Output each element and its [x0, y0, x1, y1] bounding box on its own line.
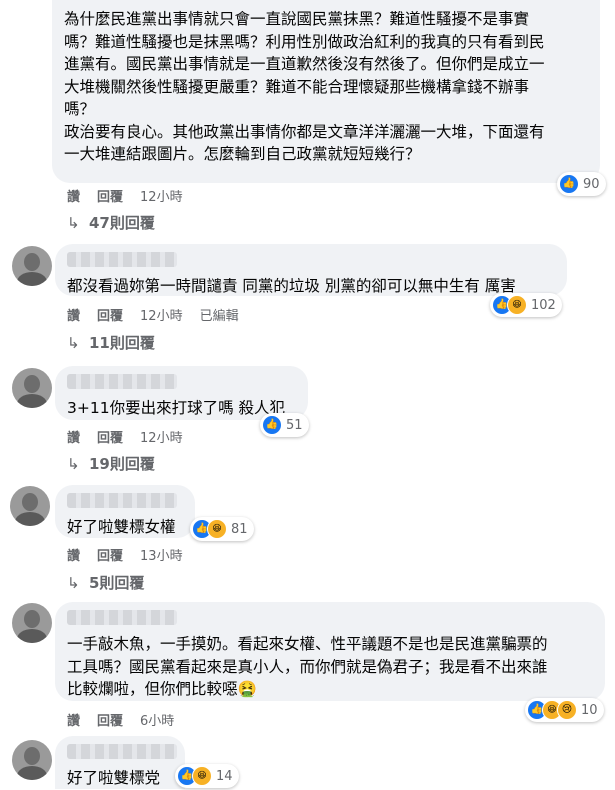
- reaction-count: 81: [231, 521, 248, 537]
- reaction-count: 10: [581, 702, 598, 718]
- timestamp[interactable]: 6小時: [140, 710, 174, 729]
- reaction-count: 14: [216, 768, 233, 784]
- avatar[interactable]: [12, 246, 52, 286]
- reply-arrow-icon: ↳: [67, 333, 80, 352]
- reaction-count: 90: [583, 176, 600, 192]
- replies-count: 5則回覆: [89, 574, 145, 592]
- sad-icon: 😢: [557, 700, 577, 720]
- view-replies-link[interactable]: ↳ 47則回覆: [67, 212, 155, 233]
- like-button[interactable]: 讚: [67, 186, 80, 205]
- like-icon: 👍: [559, 174, 579, 194]
- reaction-summary[interactable]: 👍 😆 😢 10: [525, 698, 604, 722]
- comment-actions: 讚 回覆 12小時: [67, 186, 183, 205]
- comment-bubble: 好了啦雙標女權: [55, 485, 195, 538]
- avatar[interactable]: [12, 368, 52, 408]
- reply-button[interactable]: 回覆: [97, 427, 123, 446]
- like-icon: 👍: [262, 415, 282, 435]
- reply-button[interactable]: 回覆: [97, 710, 123, 729]
- comment-bubble: 一手敲木魚，一手摸奶。看起來女權、性平議題不是也是民進黨騙票的 工具嗎？國民黨看…: [55, 602, 605, 701]
- avatar[interactable]: [10, 486, 50, 526]
- edited-label[interactable]: 已編輯: [200, 305, 239, 324]
- avatar[interactable]: [12, 740, 52, 780]
- like-button[interactable]: 讚: [67, 710, 80, 729]
- commenter-name-blurred[interactable]: [67, 493, 177, 508]
- timestamp[interactable]: 12小時: [140, 305, 183, 324]
- like-button[interactable]: 讚: [67, 545, 80, 564]
- comment-text: 都沒看過妳第一時間譴責 同黨的垃圾 別黨的卻可以無中生有 厲害: [67, 277, 516, 295]
- replies-count: 19則回覆: [89, 455, 155, 473]
- comment-text: 好了啦雙標党: [67, 769, 161, 787]
- view-replies-link[interactable]: ↳ 11則回覆: [67, 332, 155, 353]
- commenter-name-blurred[interactable]: [67, 252, 177, 267]
- commenter-name-blurred[interactable]: [67, 744, 177, 759]
- comment-actions: 讚 回覆 12小時 已編輯: [67, 305, 239, 324]
- reply-button[interactable]: 回覆: [97, 305, 123, 324]
- reply-button[interactable]: 回覆: [97, 186, 123, 205]
- haha-icon: 😆: [507, 295, 527, 315]
- reply-button[interactable]: 回覆: [97, 545, 123, 564]
- replies-count: 11則回覆: [89, 334, 155, 352]
- comment-bubble: 好了啦雙標党: [55, 736, 185, 789]
- reply-arrow-icon: ↳: [67, 454, 80, 473]
- commenter-name-blurred[interactable]: [67, 374, 177, 389]
- comment-text: 為什麼民進黨出事情就只會一直說國民黨抹黑？難道性騷擾不是事實 嗎？難道性騷擾也是…: [64, 10, 545, 163]
- haha-icon: 😆: [207, 519, 227, 539]
- reaction-summary[interactable]: 👍 😆 14: [175, 764, 239, 788]
- avatar[interactable]: [12, 603, 52, 643]
- timestamp[interactable]: 12小時: [140, 427, 183, 446]
- comment-bubble: 為什麼民進黨出事情就只會一直說國民黨抹黑？難道性騷擾不是事實 嗎？難道性騷擾也是…: [52, 0, 600, 183]
- view-replies-link[interactable]: ↳ 19則回覆: [67, 453, 155, 474]
- comment-bubble: 都沒看過妳第一時間譴責 同黨的垃圾 別黨的卻可以無中生有 厲害: [55, 244, 567, 296]
- reaction-summary[interactable]: 👍 51: [260, 413, 309, 437]
- like-button[interactable]: 讚: [67, 427, 80, 446]
- reaction-summary[interactable]: 👍 90: [557, 172, 606, 196]
- comment-bubble: 3+11你要出來打球了嗎 殺人犯: [55, 366, 308, 420]
- view-replies-link[interactable]: ↳ 5則回覆: [67, 572, 144, 593]
- reaction-summary[interactable]: 👍 😆 81: [190, 517, 254, 541]
- comment-actions: 讚 回覆 6小時: [67, 710, 174, 729]
- timestamp[interactable]: 12小時: [140, 186, 183, 205]
- reply-arrow-icon: ↳: [67, 573, 80, 592]
- like-button[interactable]: 讚: [67, 305, 80, 324]
- haha-icon: 😆: [192, 766, 212, 786]
- comment-text: 好了啦雙標女權: [67, 518, 176, 536]
- timestamp[interactable]: 13小時: [140, 545, 183, 564]
- reaction-count: 102: [531, 297, 556, 313]
- comment-actions: 讚 回覆 13小時: [67, 545, 183, 564]
- reply-arrow-icon: ↳: [67, 213, 80, 232]
- comment-text: 一手敲木魚，一手摸奶。看起來女權、性平議題不是也是民進黨騙票的 工具嗎？國民黨看…: [67, 635, 548, 698]
- replies-count: 47則回覆: [89, 214, 155, 232]
- reaction-summary[interactable]: 👍 😆 102: [490, 293, 562, 317]
- comment-actions: 讚 回覆 12小時: [67, 427, 183, 446]
- commenter-name-blurred[interactable]: [67, 610, 177, 625]
- reaction-count: 51: [286, 417, 303, 433]
